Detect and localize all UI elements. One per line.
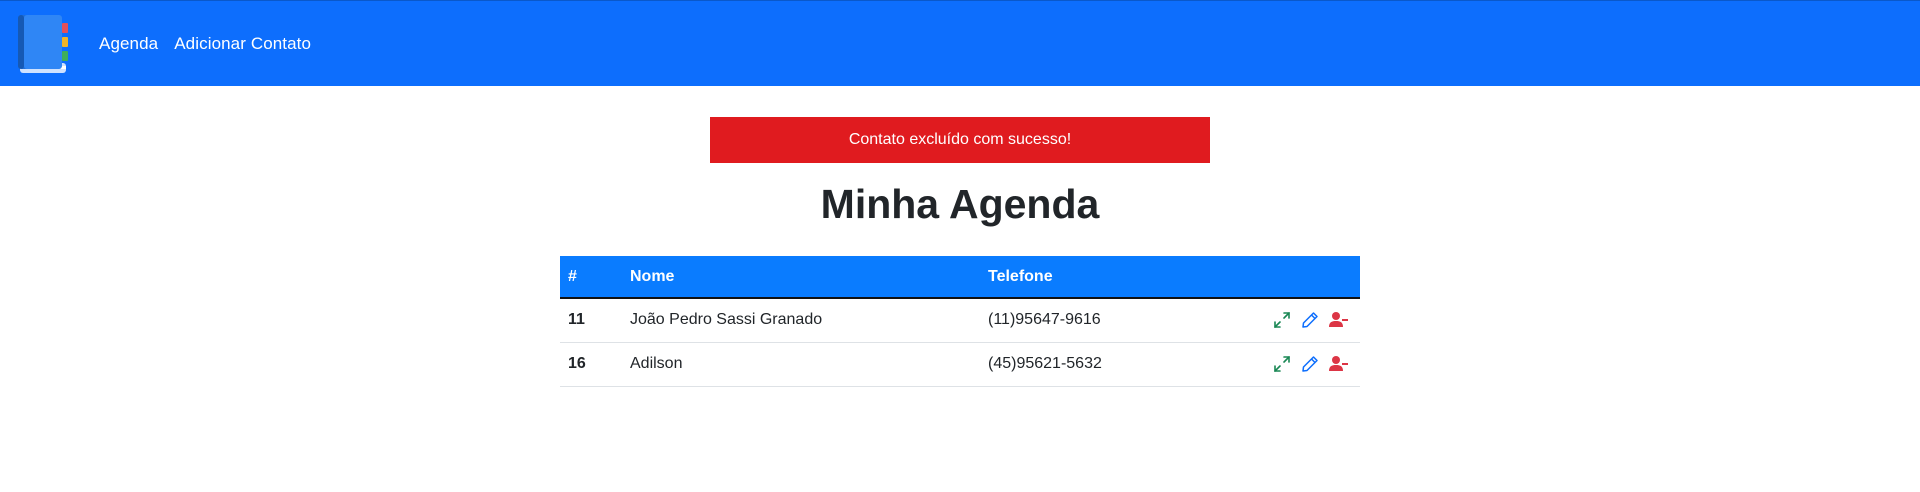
success-alert: Contato excluído com sucesso!: [710, 117, 1210, 163]
agenda-book-logo-icon[interactable]: [16, 11, 76, 77]
header-phone: Telefone: [980, 256, 1260, 299]
row-actions: [1260, 298, 1360, 342]
header-id: #: [560, 256, 622, 299]
nav-links: Agenda Adicionar Contato: [99, 1, 311, 87]
contact-phone: (11)95647-9616: [988, 311, 1101, 329]
contacts-table: # Nome Telefone 11 João Pedro Sassi Gran…: [560, 256, 1360, 387]
expand-icon[interactable]: [1272, 354, 1292, 374]
table-header-row: # Nome Telefone: [560, 256, 1360, 299]
user-minus-icon[interactable]: [1328, 310, 1348, 330]
alert-message: Contato excluído com sucesso!: [848, 131, 1072, 148]
contact-id: 11: [568, 311, 585, 329]
user-minus-icon[interactable]: [1328, 354, 1348, 374]
table-row: 16 Adilson (45)95621-5632: [560, 342, 1360, 386]
expand-icon[interactable]: [1272, 310, 1292, 330]
pencil-icon[interactable]: [1300, 354, 1320, 374]
navbar: Agenda Adicionar Contato: [0, 0, 1920, 86]
header-name: Nome: [622, 256, 980, 299]
contact-phone: (45)95621-5632: [988, 355, 1102, 372]
page-title: Minha Agenda: [820, 181, 1100, 227]
contact-name: Adilson: [630, 355, 683, 372]
row-actions: [1260, 342, 1360, 386]
contact-name: João Pedro Sassi Granado: [630, 311, 823, 329]
nav-link-agenda[interactable]: Agenda: [99, 34, 158, 54]
contacts-table-wrapper: # Nome Telefone 11 João Pedro Sassi Gran…: [560, 256, 1360, 387]
pencil-icon[interactable]: [1300, 310, 1320, 330]
contact-id: 16: [568, 355, 586, 372]
header-actions: [1260, 256, 1360, 299]
table-row: 11 João Pedro Sassi Granado (11)95647-96…: [560, 298, 1360, 342]
nav-link-adicionar-contato[interactable]: Adicionar Contato: [174, 34, 311, 54]
